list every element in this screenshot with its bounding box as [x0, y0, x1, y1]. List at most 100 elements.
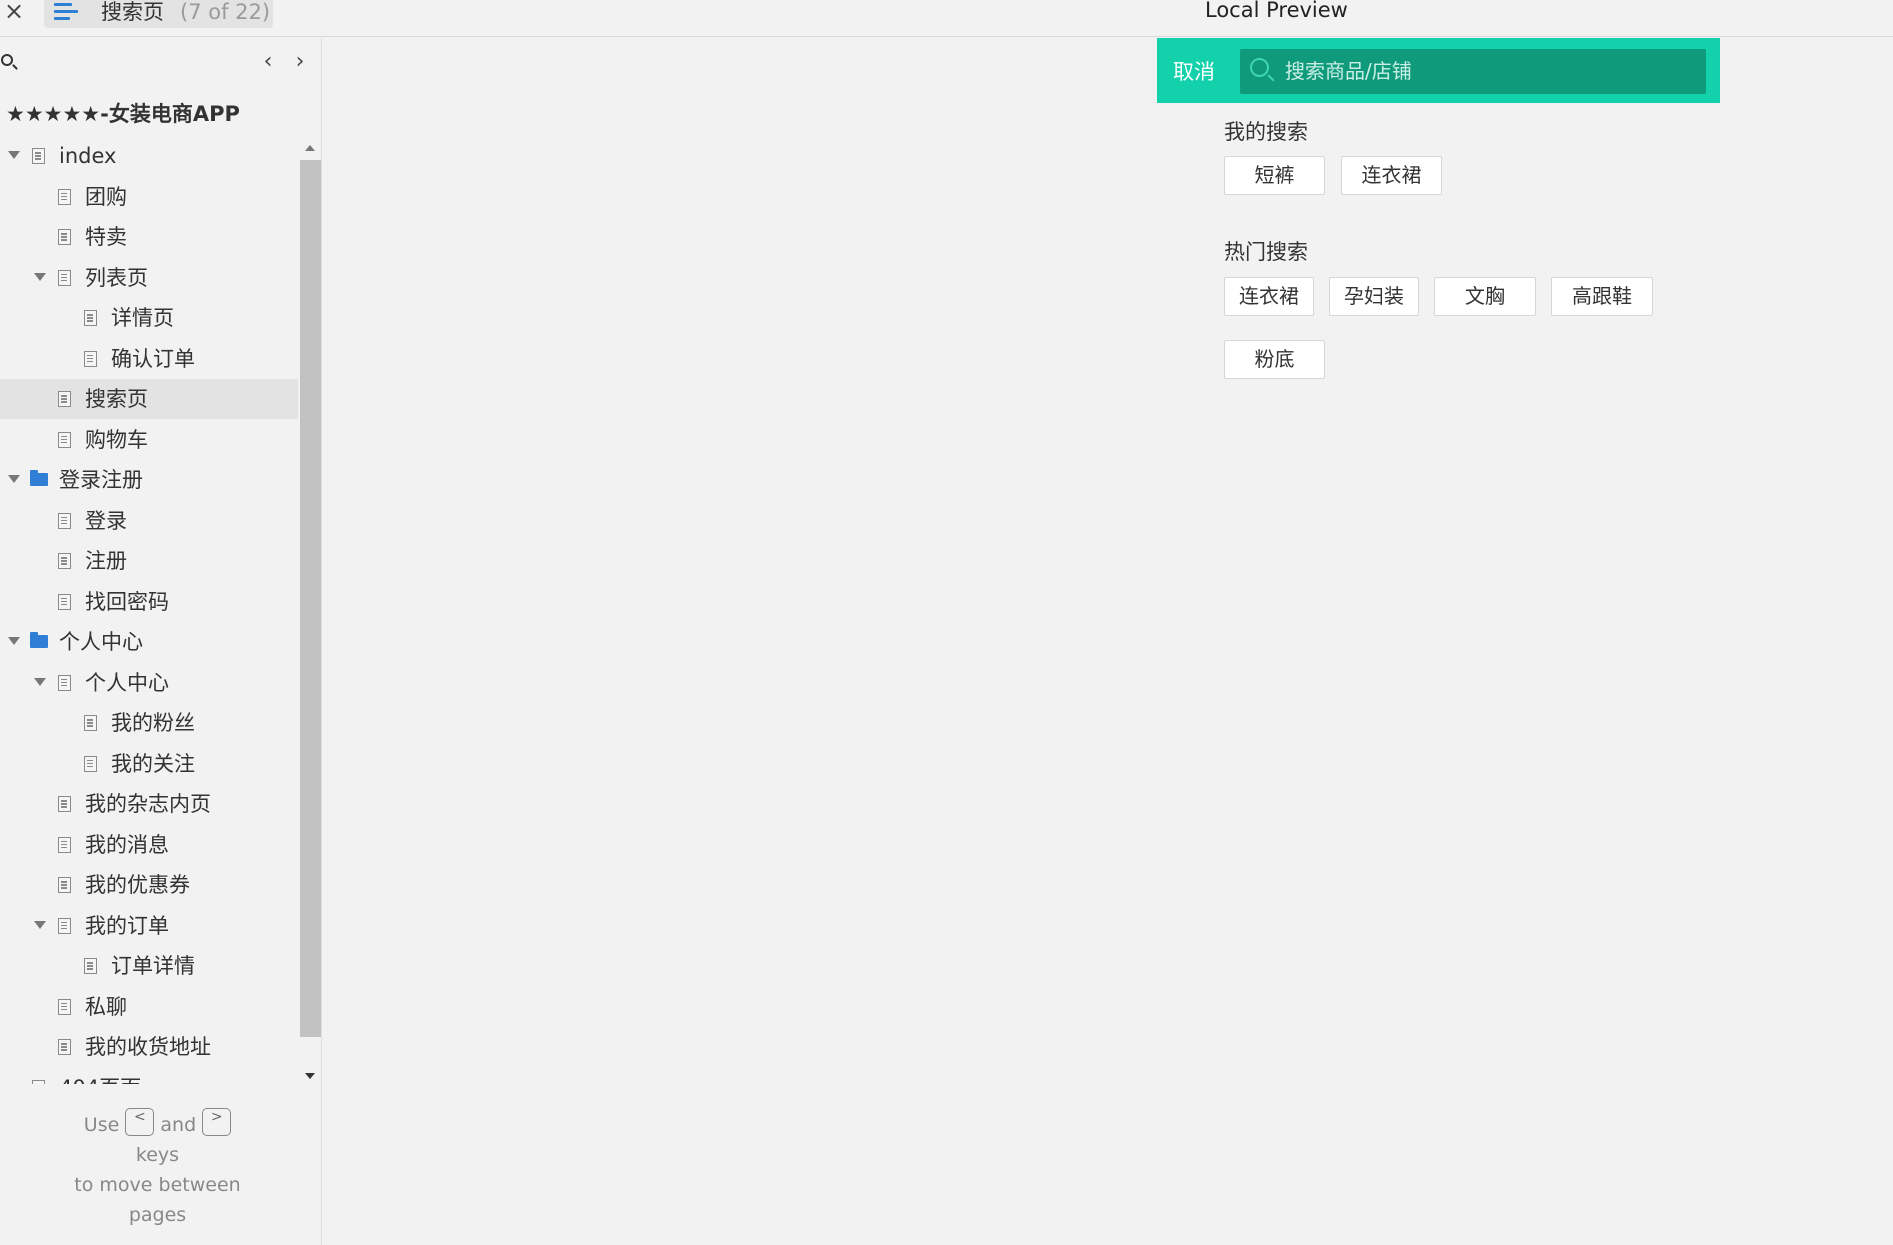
- sidebar-search-row: ‹ ›: [0, 50, 322, 76]
- search-icon[interactable]: [1, 54, 13, 66]
- page-icon: [84, 310, 97, 326]
- tree-page[interactable]: 我的消息: [0, 825, 298, 865]
- page-icon: [58, 269, 71, 286]
- tree-item-label: 个人中心: [59, 630, 143, 654]
- page-icon: [84, 715, 97, 731]
- tree-page[interactable]: 我的优惠券: [0, 865, 298, 905]
- hot-search-tag[interactable]: 文胸: [1434, 277, 1536, 316]
- page-icon: [58, 593, 71, 610]
- next-key-icon: >: [202, 1107, 232, 1136]
- hot-search-tag[interactable]: 连衣裙: [1224, 277, 1314, 316]
- tree-item-label: 列表页: [85, 265, 148, 290]
- hot-search-tag[interactable]: 孕妇装: [1329, 277, 1419, 316]
- folder-icon: [30, 632, 48, 648]
- page-icon: [58, 553, 71, 569]
- folder-icon: [30, 470, 48, 486]
- tree-page[interactable]: index: [0, 136, 298, 176]
- expand-arrow-icon[interactable]: [8, 637, 20, 645]
- search-icon: [1250, 58, 1269, 77]
- next-page-arrow-icon[interactable]: ›: [289, 50, 311, 74]
- tree-item-label: 我的杂志内页: [85, 792, 211, 816]
- hint-and: and: [160, 1114, 197, 1136]
- expand-arrow-icon[interactable]: [8, 475, 20, 483]
- tree-item-label: 团购: [85, 184, 127, 209]
- tree-page[interactable]: 我的粉丝: [0, 703, 298, 743]
- tree-page[interactable]: 登录: [0, 501, 298, 541]
- page-icon: [58, 917, 71, 934]
- search-header: 取消: [1157, 38, 1720, 103]
- page-icon: [58, 188, 71, 205]
- tree-page[interactable]: 我的订单: [0, 906, 298, 946]
- cancel-button[interactable]: 取消: [1173, 59, 1215, 85]
- tree-item-label: 我的优惠券: [85, 873, 190, 897]
- tree-item-label: 我的粉丝: [111, 711, 195, 735]
- tree-page[interactable]: 订单详情: [0, 946, 298, 986]
- tree-page[interactable]: 搜索页: [0, 379, 298, 419]
- tree-page[interactable]: 购物车: [0, 420, 298, 460]
- page-icon: [32, 148, 45, 164]
- tree-page[interactable]: 个人中心: [0, 663, 298, 703]
- hint-line2: to move between: [74, 1174, 241, 1196]
- tree-item-label: 个人中心: [85, 670, 169, 695]
- tree-item-label: 找回密码: [85, 589, 169, 614]
- scroll-down-icon[interactable]: [305, 1073, 315, 1079]
- tree-item-label: 搜索页: [85, 387, 148, 411]
- hot-search-tag[interactable]: 粉底: [1224, 340, 1325, 379]
- page-icon: [84, 350, 97, 367]
- keyboard-hint: Use < and > keys to move between pages: [55, 1107, 260, 1230]
- close-icon[interactable]: ×: [3, 0, 25, 26]
- page-count: (7 of 22): [180, 0, 271, 24]
- sidebar: ‹ › ★★★★★-女装电商APP index 团购特卖列表页详情页确认订单搜索页…: [0, 38, 322, 1245]
- tree-folder[interactable]: 登录注册: [0, 460, 298, 500]
- tree-item-label: 登录: [85, 508, 127, 533]
- page-icon: [58, 391, 71, 407]
- tree-item-label: 登录注册: [59, 468, 143, 492]
- tree-item-label: 404页面: [59, 1074, 141, 1085]
- tree-item-label: 确认订单: [111, 346, 195, 371]
- my-search-tag[interactable]: 短裤: [1224, 156, 1325, 195]
- tree-page[interactable]: 我的杂志内页: [0, 784, 298, 824]
- tree-page[interactable]: 我的收货地址: [0, 1027, 298, 1067]
- search-input[interactable]: [1285, 57, 1685, 85]
- tree-item-label: 私聊: [85, 994, 127, 1019]
- tree-page[interactable]: 确认订单: [0, 339, 298, 379]
- tree-page[interactable]: 详情页: [0, 298, 298, 338]
- page-selector[interactable]: 搜索页 (7 of 22): [44, 0, 273, 28]
- tree-item-label: 订单详情: [111, 954, 195, 978]
- page-tree: index 团购 特卖 列表页 详情页 确认订单 搜索页 购物车 登录注册 登录 注册 找回密码 个人中…: [0, 136, 300, 1084]
- tree-page[interactable]: 找回密码: [0, 582, 298, 622]
- hot-search-tag[interactable]: 高跟鞋: [1551, 277, 1653, 316]
- tree-item-label: 注册: [85, 549, 127, 573]
- scroll-up-icon[interactable]: [305, 145, 315, 151]
- tree-page[interactable]: 特卖: [0, 217, 298, 257]
- tree-item-label: 我的订单: [85, 913, 169, 938]
- my-search-title: 我的搜索: [1224, 120, 1308, 144]
- expand-arrow-icon[interactable]: [34, 677, 46, 686]
- top-bar: × 搜索页 (7 of 22) Local Preview: [0, 0, 1893, 37]
- preview-title: Local Preview: [1205, 0, 1348, 22]
- tree-item-label: 特卖: [85, 225, 127, 249]
- tree-page[interactable]: 404页面: [0, 1068, 298, 1085]
- tree-page[interactable]: 注册: [0, 541, 298, 581]
- expand-arrow-icon[interactable]: [34, 920, 46, 929]
- search-box[interactable]: [1240, 49, 1706, 94]
- prev-page-arrow-icon[interactable]: ‹: [257, 50, 279, 74]
- page-icon: [58, 877, 71, 893]
- tree-page[interactable]: 私聊: [0, 987, 298, 1027]
- tree-item-label: 我的消息: [85, 832, 169, 857]
- tree-page[interactable]: 列表页: [0, 258, 298, 298]
- page-icon: [58, 431, 71, 448]
- expand-arrow-icon[interactable]: [8, 151, 20, 159]
- page-icon: [58, 1039, 71, 1055]
- tree-item-label: 我的关注: [111, 751, 195, 776]
- page-icon: [58, 796, 71, 812]
- expand-arrow-icon[interactable]: [34, 272, 46, 281]
- project-title: ★★★★★-女装电商APP: [6, 102, 240, 126]
- tree-item-label: 我的收货地址: [85, 1035, 211, 1059]
- my-search-tag[interactable]: 连衣裙: [1341, 156, 1442, 195]
- tree-page[interactable]: 团购: [0, 177, 298, 217]
- scrollbar-thumb[interactable]: [300, 160, 321, 1037]
- menu-icon[interactable]: [54, 2, 80, 22]
- tree-folder[interactable]: 个人中心: [0, 622, 298, 662]
- tree-page[interactable]: 我的关注: [0, 744, 298, 784]
